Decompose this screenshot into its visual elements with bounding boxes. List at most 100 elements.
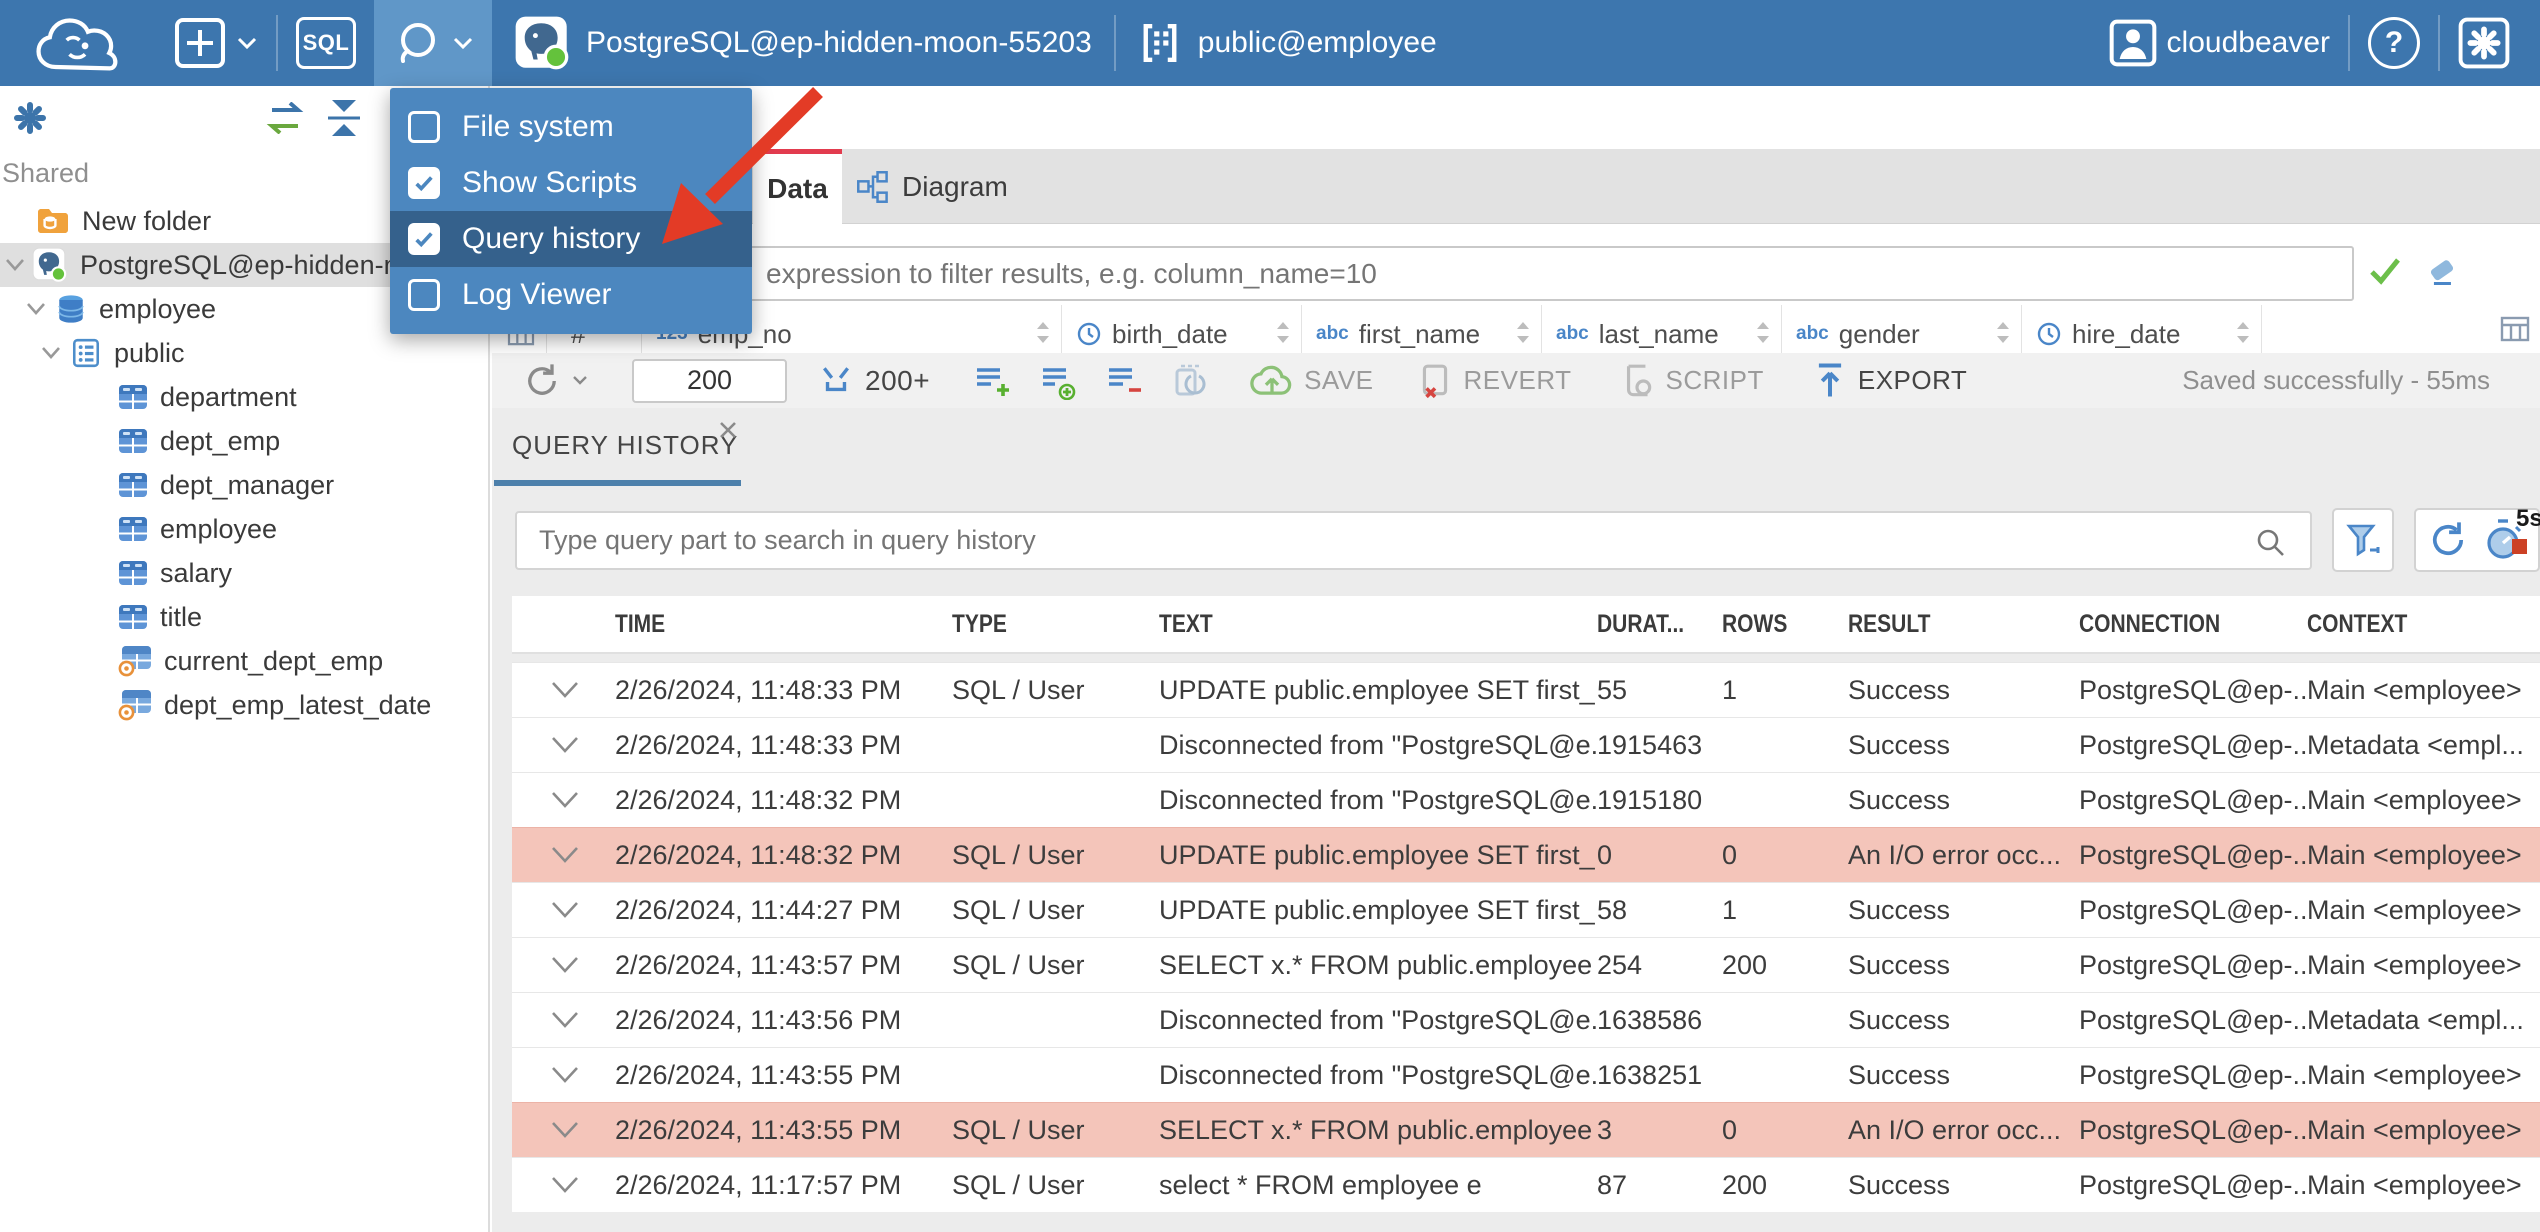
query-history-row[interactable]: 2/26/2024, 11:17:57 PM SQL / User select…	[512, 1157, 2540, 1212]
query-history-row[interactable]: 2/26/2024, 11:48:32 PM Disconnected from…	[512, 772, 2540, 827]
delete-row-button[interactable]	[1104, 362, 1144, 400]
tree-item[interactable]: salary	[0, 551, 488, 595]
row-expand-chevron-icon[interactable]	[512, 1066, 603, 1084]
row-expand-chevron-icon[interactable]	[512, 956, 603, 974]
settings-button[interactable]	[2440, 0, 2540, 86]
query-history-search-input[interactable]	[515, 511, 2312, 570]
tab-diagram[interactable]: Diagram	[842, 149, 1022, 224]
row-expand-chevron-icon[interactable]	[512, 791, 603, 809]
row-expand-chevron-icon[interactable]	[512, 846, 603, 864]
tree-item[interactable]: dept_emp	[0, 419, 488, 463]
sql-editor-button[interactable]: SQL	[278, 0, 374, 86]
tree-item-icon	[118, 516, 148, 542]
query-history-row[interactable]: 2/26/2024, 11:43:57 PM SQL / User SELECT…	[512, 937, 2540, 992]
revert-button[interactable]: REVERT	[1416, 362, 1572, 400]
tree-expand-chevron-icon[interactable]	[4, 258, 26, 272]
auto-refresh-timer-icon[interactable]: 5s	[2482, 505, 2540, 563]
column-header-type[interactable]: TYPE	[952, 610, 1159, 639]
tree-item[interactable]: dept_emp_latest_date	[0, 683, 488, 727]
grid-column-header[interactable]: hire_date	[2022, 305, 2262, 353]
tree-expand-chevron-icon[interactable]	[38, 346, 64, 360]
connection-selector[interactable]: PostgreSQL@ep-hidden-moon-55203	[492, 0, 1114, 86]
tree-item[interactable]: department	[0, 375, 488, 419]
row-expand-chevron-icon[interactable]	[512, 1176, 603, 1194]
column-header-context[interactable]: CONTEXT	[2307, 610, 2540, 639]
row-expand-chevron-icon[interactable]	[512, 1011, 603, 1029]
refresh-button[interactable]	[522, 361, 588, 401]
duplicate-row-button[interactable]	[1038, 362, 1078, 400]
row-expand-chevron-icon[interactable]	[512, 736, 603, 754]
tab-query-history[interactable]: QUERY HISTORY	[494, 408, 741, 486]
save-button[interactable]: SAVE	[1250, 362, 1373, 400]
checkbox-icon[interactable]	[408, 111, 440, 143]
menu-item[interactable]: Show Scripts	[390, 155, 752, 211]
new-connection-button[interactable]	[156, 0, 276, 86]
tree-item[interactable]: employee	[0, 507, 488, 551]
sort-icon[interactable]	[1513, 319, 1533, 347]
refresh-document-button[interactable]	[1170, 362, 1210, 400]
query-history-row[interactable]: 2/26/2024, 11:48:33 PM SQL / User UPDATE…	[512, 662, 2540, 717]
menu-item[interactable]: Query history	[390, 211, 752, 267]
query-history-row[interactable]: 2/26/2024, 11:43:55 PM Disconnected from…	[512, 1047, 2540, 1102]
column-header-time[interactable]: TIME	[603, 610, 952, 639]
fetch-more-button[interactable]: 200+	[817, 363, 930, 399]
cell-result: An I/O error occ...	[1848, 839, 2062, 870]
close-tab-icon[interactable]	[716, 418, 740, 442]
cell-duration: 0	[1597, 839, 1613, 870]
add-row-button[interactable]	[972, 362, 1012, 400]
sync-connection-icon[interactable]	[262, 102, 308, 134]
query-history-refresh-icon[interactable]	[2426, 518, 2470, 562]
tools-menu-button[interactable]	[374, 0, 492, 86]
sort-icon[interactable]	[2233, 319, 2253, 347]
row-expand-chevron-icon[interactable]	[512, 1121, 603, 1139]
column-header-rows[interactable]: ROWS	[1722, 610, 1848, 639]
grid-customize-icon[interactable]	[2500, 316, 2530, 342]
script-button[interactable]: SCRIPT	[1618, 362, 1764, 400]
tree-item[interactable]: current_dept_emp	[0, 639, 488, 683]
tree-item[interactable]: public	[0, 331, 488, 375]
grid-column-header[interactable]: abc last_name	[1542, 305, 1782, 353]
clear-filter-icon[interactable]	[2426, 254, 2460, 288]
query-history-filter-button[interactable]	[2332, 508, 2394, 572]
column-header-duration[interactable]: DURAT...	[1597, 610, 1722, 639]
filter-expression-input[interactable]	[502, 246, 2354, 301]
help-button[interactable]: ?	[2350, 0, 2438, 86]
sidebar-settings-icon[interactable]	[10, 98, 50, 138]
column-header-connection[interactable]: CONNECTION	[2079, 610, 2307, 639]
tab-data[interactable]: Data	[753, 149, 842, 224]
apply-filter-icon[interactable]	[2367, 256, 2403, 286]
schema-selector[interactable]: public@employee	[1116, 0, 1459, 86]
checkbox-icon[interactable]	[408, 223, 440, 255]
menu-item[interactable]: Log Viewer	[390, 267, 752, 323]
tree-item[interactable]: title	[0, 595, 488, 639]
row-expand-chevron-icon[interactable]	[512, 901, 603, 919]
query-history-row[interactable]: 2/26/2024, 11:48:32 PM SQL / User UPDATE…	[512, 827, 2540, 882]
export-button[interactable]: EXPORT	[1812, 361, 1967, 401]
tree-expand-chevron-icon[interactable]	[23, 302, 49, 316]
query-history-row[interactable]: 2/26/2024, 11:44:27 PM SQL / User UPDATE…	[512, 882, 2540, 937]
grid-column-header[interactable]: birth_date	[1062, 305, 1302, 353]
row-limit-input[interactable]	[632, 358, 787, 403]
top-bar: SQL PostgreSQL@ep-hidden-moon-55203 publ…	[0, 0, 2540, 86]
sort-icon[interactable]	[1033, 319, 1053, 347]
collapse-all-icon[interactable]	[322, 98, 366, 138]
tree-item[interactable]: dept_manager	[0, 463, 488, 507]
column-header-text[interactable]: TEXT	[1159, 610, 1597, 639]
sort-icon[interactable]	[1993, 319, 2013, 347]
column-header-result[interactable]: RESULT	[1848, 610, 2079, 639]
row-expand-chevron-icon[interactable]	[512, 681, 603, 699]
cell-text: SELECT x.* FROM public.employee x	[1159, 1114, 1597, 1145]
sort-icon[interactable]	[1753, 319, 1773, 347]
user-menu-button[interactable]: cloudbeaver	[2091, 0, 2348, 86]
checkbox-icon[interactable]	[408, 167, 440, 199]
checkbox-icon[interactable]	[408, 279, 440, 311]
query-history-row[interactable]: 2/26/2024, 11:48:33 PM Disconnected from…	[512, 717, 2540, 772]
query-history-row[interactable]: 2/26/2024, 11:43:55 PM SQL / User SELECT…	[512, 1102, 2540, 1157]
query-history-row[interactable]: 2/26/2024, 11:43:56 PM Disconnected from…	[512, 992, 2540, 1047]
grid-column-header[interactable]: abc first_name	[1302, 305, 1542, 353]
cell-result: Success	[1848, 674, 1951, 705]
cell-duration: 1638586	[1597, 1004, 1703, 1035]
menu-item[interactable]: File system	[390, 99, 752, 155]
grid-column-header[interactable]: abc gender	[1782, 305, 2022, 353]
sort-icon[interactable]	[1273, 319, 1293, 347]
